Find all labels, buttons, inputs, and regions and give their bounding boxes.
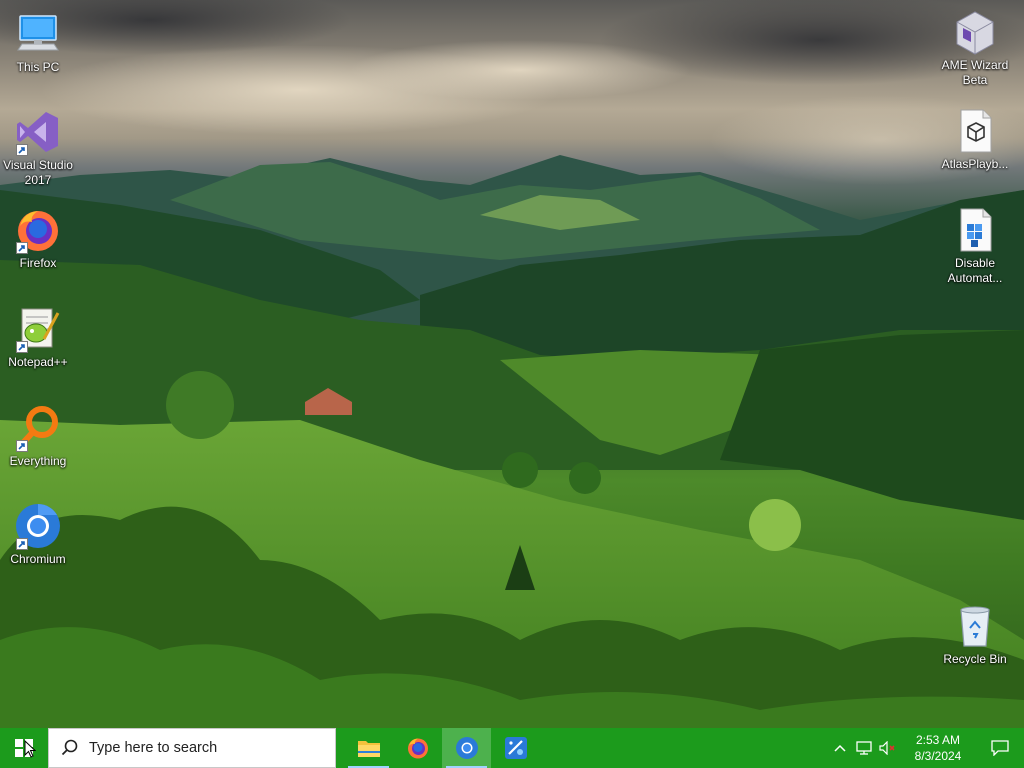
search-magnifier-icon [14,404,62,452]
taskbar-app-chromium[interactable] [442,728,491,768]
notification-icon [991,740,1009,756]
script-file-icon [951,206,999,254]
shortcut-arrow-icon [16,242,28,254]
desktop-icon-chromium[interactable]: Chromium [0,502,76,567]
desktop-icon-everything[interactable]: Everything [0,404,76,469]
network-status-button[interactable] [852,728,876,768]
desktop-icon-label: Firefox [19,256,57,270]
clock-time: 2:53 AM [915,733,961,747]
chromium-icon [455,737,478,759]
desktop-icon-label: Disable Automat... [947,256,1003,285]
mouse-cursor-icon [24,740,36,758]
clock-date: 8/3/2024 [914,749,962,763]
firefox-icon [14,206,62,254]
shortcut-arrow-icon [16,341,28,353]
taskbar-app-file-explorer[interactable] [344,728,393,768]
search-placeholder: Type here to search [89,740,218,756]
desktop-icon-ame-wizard[interactable]: AME Wizard Beta [937,8,1013,87]
chevron-up-icon [834,744,846,752]
action-center-button[interactable] [976,728,1024,768]
desktop: This PC Visual Studio 2017 Firefox Notep… [0,0,1024,728]
taskbar: Type here to search 2:53 AM 8/3/2024 [0,728,1024,768]
show-hidden-icons-button[interactable] [828,728,852,768]
desktop-icon-firefox[interactable]: Firefox [0,206,76,271]
desktop-icon-label: Everything [9,454,67,468]
desktop-icon-label: This PC [16,60,60,74]
clock[interactable]: 2:53 AM 8/3/2024 [900,732,976,764]
visual-studio-icon [14,108,62,156]
volume-button[interactable] [876,728,900,768]
shortcut-arrow-icon [16,144,28,156]
desktop-icon-label: Recycle Bin [943,652,1007,666]
desktop-icon-recycle-bin[interactable]: Recycle Bin [937,602,1013,667]
desktop-icon-atlasplaybook[interactable]: AtlasPlayb... [937,107,1013,172]
recycle-bin-icon [951,602,999,650]
folder-icon [357,741,380,757]
desktop-icon-label: Notepad++ [8,355,68,369]
atlas-playbook-file-icon [951,107,999,155]
chromium-icon [14,502,62,550]
taskbar-app-firefox[interactable] [393,728,442,768]
ame-wizard-icon [504,737,527,759]
network-icon [856,741,872,755]
desktop-icon-label: AME Wizard Beta [941,58,1009,87]
ame-wizard-icon [951,8,999,56]
firefox-icon [407,738,428,759]
notepad-plus-plus-icon [14,305,62,353]
desktop-icon-label: Chromium [10,552,66,566]
desktop-icon-notepad-pp[interactable]: Notepad++ [0,305,76,370]
desktop-icon-disable-automatic[interactable]: Disable Automat... [937,206,1013,285]
shortcut-arrow-icon [16,440,28,452]
wallpaper [0,0,1024,728]
taskbar-app-ame-wizard[interactable] [491,728,540,768]
system-tray: 2:53 AM 8/3/2024 [828,728,1024,768]
volume-muted-icon [879,741,895,755]
computer-icon [14,10,62,58]
shortcut-arrow-icon [16,538,28,550]
search-icon [61,739,78,756]
desktop-icon-label: Visual Studio 2017 [3,158,73,187]
desktop-icon-this-pc[interactable]: This PC [0,10,76,75]
desktop-icon-label: AtlasPlayb... [941,157,1009,171]
taskbar-search-box[interactable]: Type here to search [48,728,336,768]
desktop-icon-visual-studio[interactable]: Visual Studio 2017 [0,108,76,187]
